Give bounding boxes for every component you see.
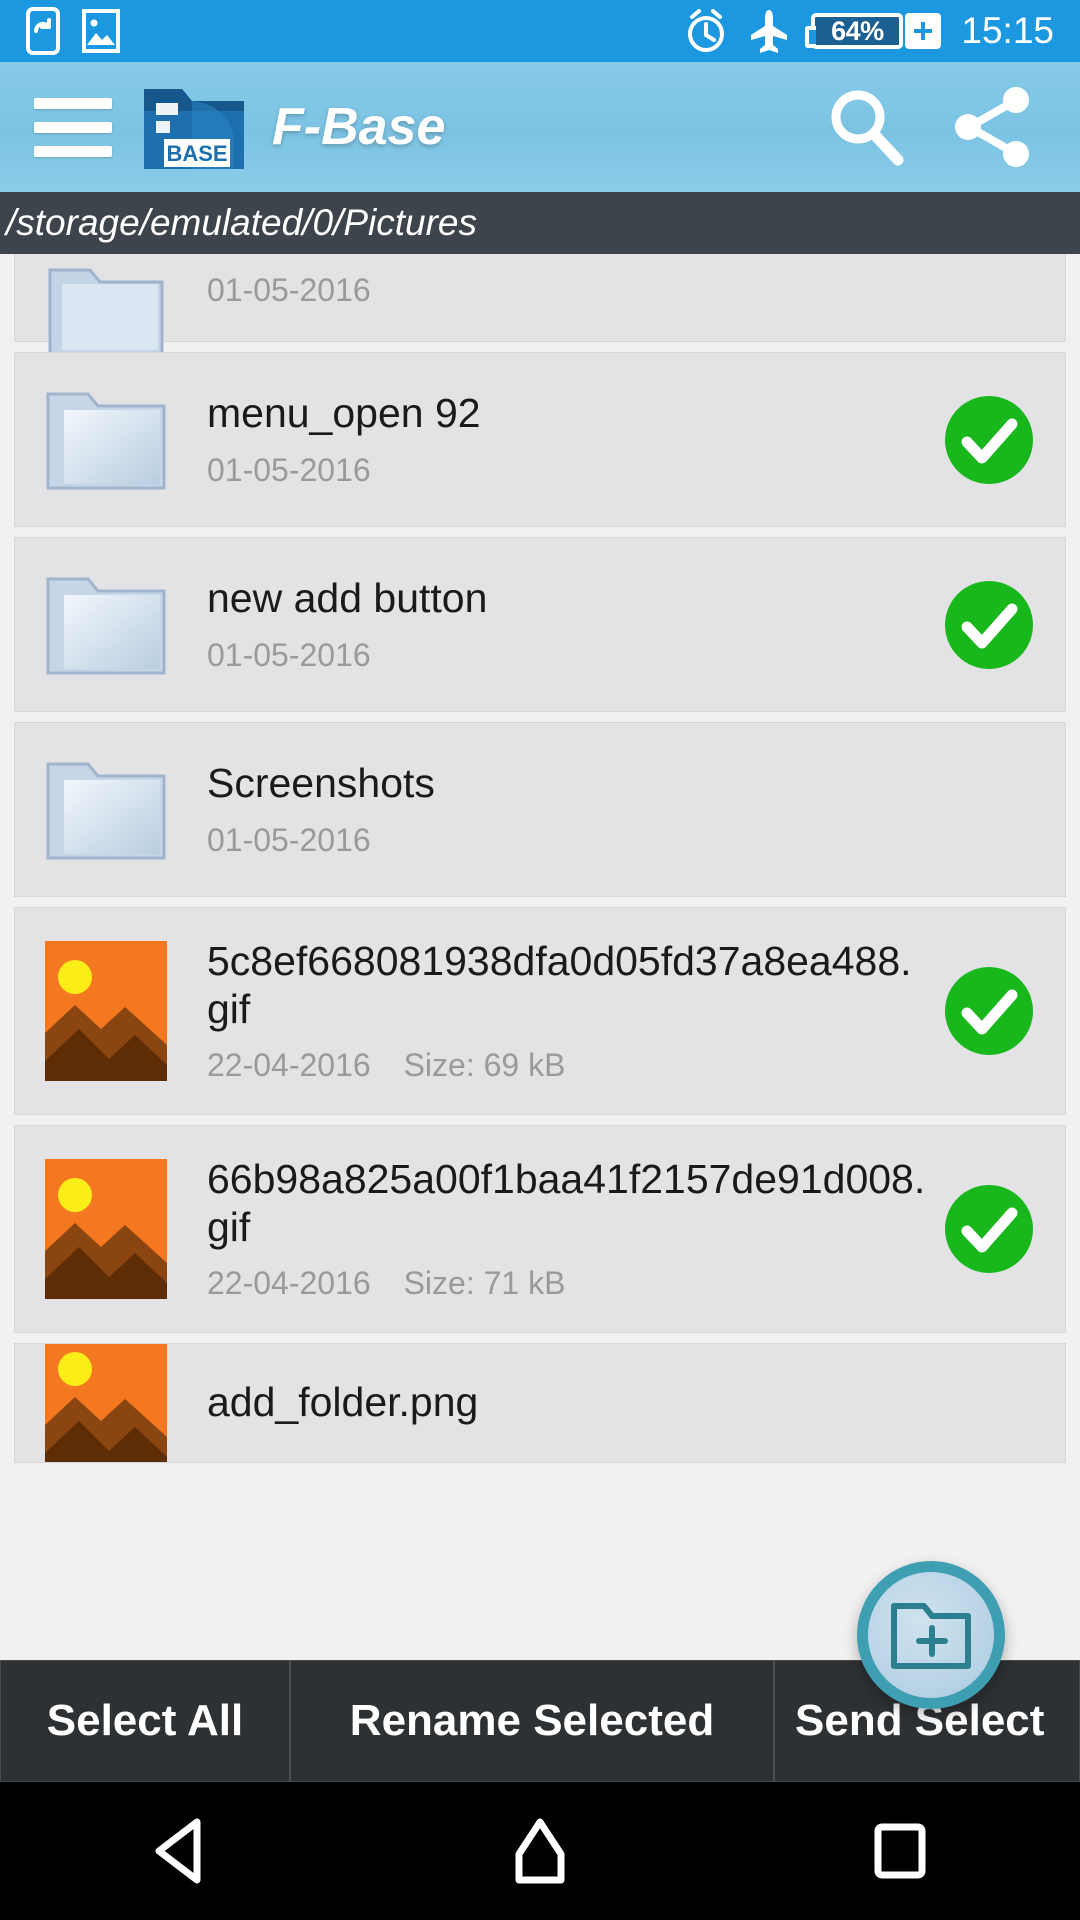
phone-screen: 64% 15:15 BASE F-Base /storage/emulated/…: [0, 0, 1080, 1920]
back-button[interactable]: [80, 1782, 280, 1920]
back-triangle-icon: [155, 1818, 201, 1884]
list-item-name: Screenshots: [207, 760, 435, 807]
image-thumbnail-icon: [31, 1344, 181, 1462]
list-item-date: 01-05-2016: [207, 272, 371, 308]
list-item-meta: 01-05-2016: [207, 272, 929, 309]
list-item[interactable]: 66b98a825a00f1baa41f2157de91d008.gif 22-…: [14, 1125, 1066, 1333]
list-item-meta: 22-04-2016 Size: 71 kB: [207, 1265, 929, 1302]
image-thumbnail-icon: [31, 941, 181, 1081]
app-logo-icon: BASE: [138, 77, 250, 177]
list-item-date: 01-05-2016: [207, 636, 371, 673]
selection-check-icon[interactable]: [929, 963, 1049, 1059]
image-icon: [82, 9, 120, 53]
battery-percent-label: 64%: [831, 15, 884, 46]
list-item-size: Size: 69 kB: [403, 1046, 566, 1083]
list-item-size: Size: 71 kB: [403, 1264, 566, 1301]
battery-indicator: 64%: [805, 13, 942, 49]
hamburger-menu-icon[interactable]: [26, 97, 116, 157]
selection-check-icon[interactable]: [929, 577, 1049, 673]
recents-button[interactable]: [800, 1782, 1000, 1920]
list-item-date: 01-05-2016: [207, 451, 371, 488]
list-item-text: 01-05-2016: [181, 254, 929, 309]
folder-icon: [31, 565, 181, 685]
app-bar-actions: [822, 84, 1054, 170]
page-title: F-Base: [272, 98, 446, 156]
selection-check-icon[interactable]: [929, 392, 1049, 488]
list-item[interactable]: Screenshots 01-05-2016: [14, 722, 1066, 897]
status-bar-right-icons: 64% 15:15: [685, 8, 1080, 54]
list-item-date: 22-04-2016: [207, 1264, 371, 1301]
list-item-text: 66b98a825a00f1baa41f2157de91d008.gif 22-…: [181, 1156, 929, 1301]
status-bar-left-icons: [0, 7, 120, 55]
folder-icon: [31, 380, 181, 500]
list-item-name: menu_open 92: [207, 390, 481, 437]
list-item[interactable]: 5c8ef668081938dfa0d05fd37a8ea488.gif 22-…: [14, 907, 1066, 1115]
folder-icon: [31, 254, 181, 358]
svg-text:BASE: BASE: [166, 141, 227, 166]
home-icon: [515, 1818, 565, 1884]
list-item-text: add_folder.png: [181, 1379, 929, 1426]
list-item-name: 66b98a825a00f1baa41f2157de91d008.gif: [207, 1156, 926, 1250]
breadcrumb[interactable]: /storage/emulated/0/Pictures: [0, 192, 1080, 254]
list-item-name: 5c8ef668081938dfa0d05fd37a8ea488.gif: [207, 938, 912, 1032]
list-item-meta: 22-04-2016 Size: 69 kB: [207, 1047, 929, 1084]
list-item[interactable]: add_folder.png: [14, 1343, 1066, 1463]
airplane-mode-icon: [751, 10, 788, 53]
select-all-button[interactable]: Select All: [0, 1660, 290, 1782]
image-thumbnail-icon: [31, 1159, 181, 1299]
alarm-icon: [688, 9, 725, 52]
list-item-text: new add button 01-05-2016: [181, 575, 929, 673]
status-bar: 64% 15:15: [0, 0, 1080, 62]
selection-check-icon[interactable]: [929, 1181, 1049, 1277]
add-folder-icon: [891, 1603, 971, 1669]
list-item-name: new add button: [207, 575, 488, 622]
battery-charging-icon: [905, 13, 942, 49]
list-item-meta: 01-05-2016: [207, 822, 929, 859]
add-folder-fab[interactable]: [857, 1561, 1005, 1709]
home-button[interactable]: [440, 1782, 640, 1920]
list-item-meta: 01-05-2016: [207, 637, 929, 674]
list-item-text: menu_open 92 01-05-2016: [181, 390, 929, 488]
list-item-name: add_folder.png: [207, 1379, 479, 1426]
search-icon[interactable]: [822, 84, 908, 170]
list-item[interactable]: new add button 01-05-2016: [14, 537, 1066, 712]
list-item-date: 22-04-2016: [207, 1046, 371, 1083]
list-item[interactable]: 01-05-2016: [14, 254, 1066, 358]
list-item-meta: 01-05-2016: [207, 452, 929, 489]
list-item-date: 01-05-2016: [207, 821, 371, 858]
status-bar-clock: 15:15: [961, 10, 1054, 51]
list-item[interactable]: menu_open 92 01-05-2016: [14, 352, 1066, 527]
list-item-text: 5c8ef668081938dfa0d05fd37a8ea488.gif 22-…: [181, 938, 929, 1083]
recents-square-icon: [874, 1823, 926, 1879]
app-bar: BASE F-Base: [0, 62, 1080, 192]
list-item-text: Screenshots 01-05-2016: [181, 760, 929, 858]
android-nav-bar: [0, 1782, 1080, 1920]
file-list[interactable]: 01-05-2016 menu_open 92 01-05-2016 new a…: [0, 254, 1080, 1664]
screen-rotate-icon: [26, 7, 60, 55]
folder-icon: [31, 750, 181, 870]
share-icon[interactable]: [950, 84, 1036, 170]
rename-selected-button[interactable]: Rename Selected: [290, 1660, 774, 1782]
current-path-label: /storage/emulated/0/Pictures: [6, 202, 477, 243]
